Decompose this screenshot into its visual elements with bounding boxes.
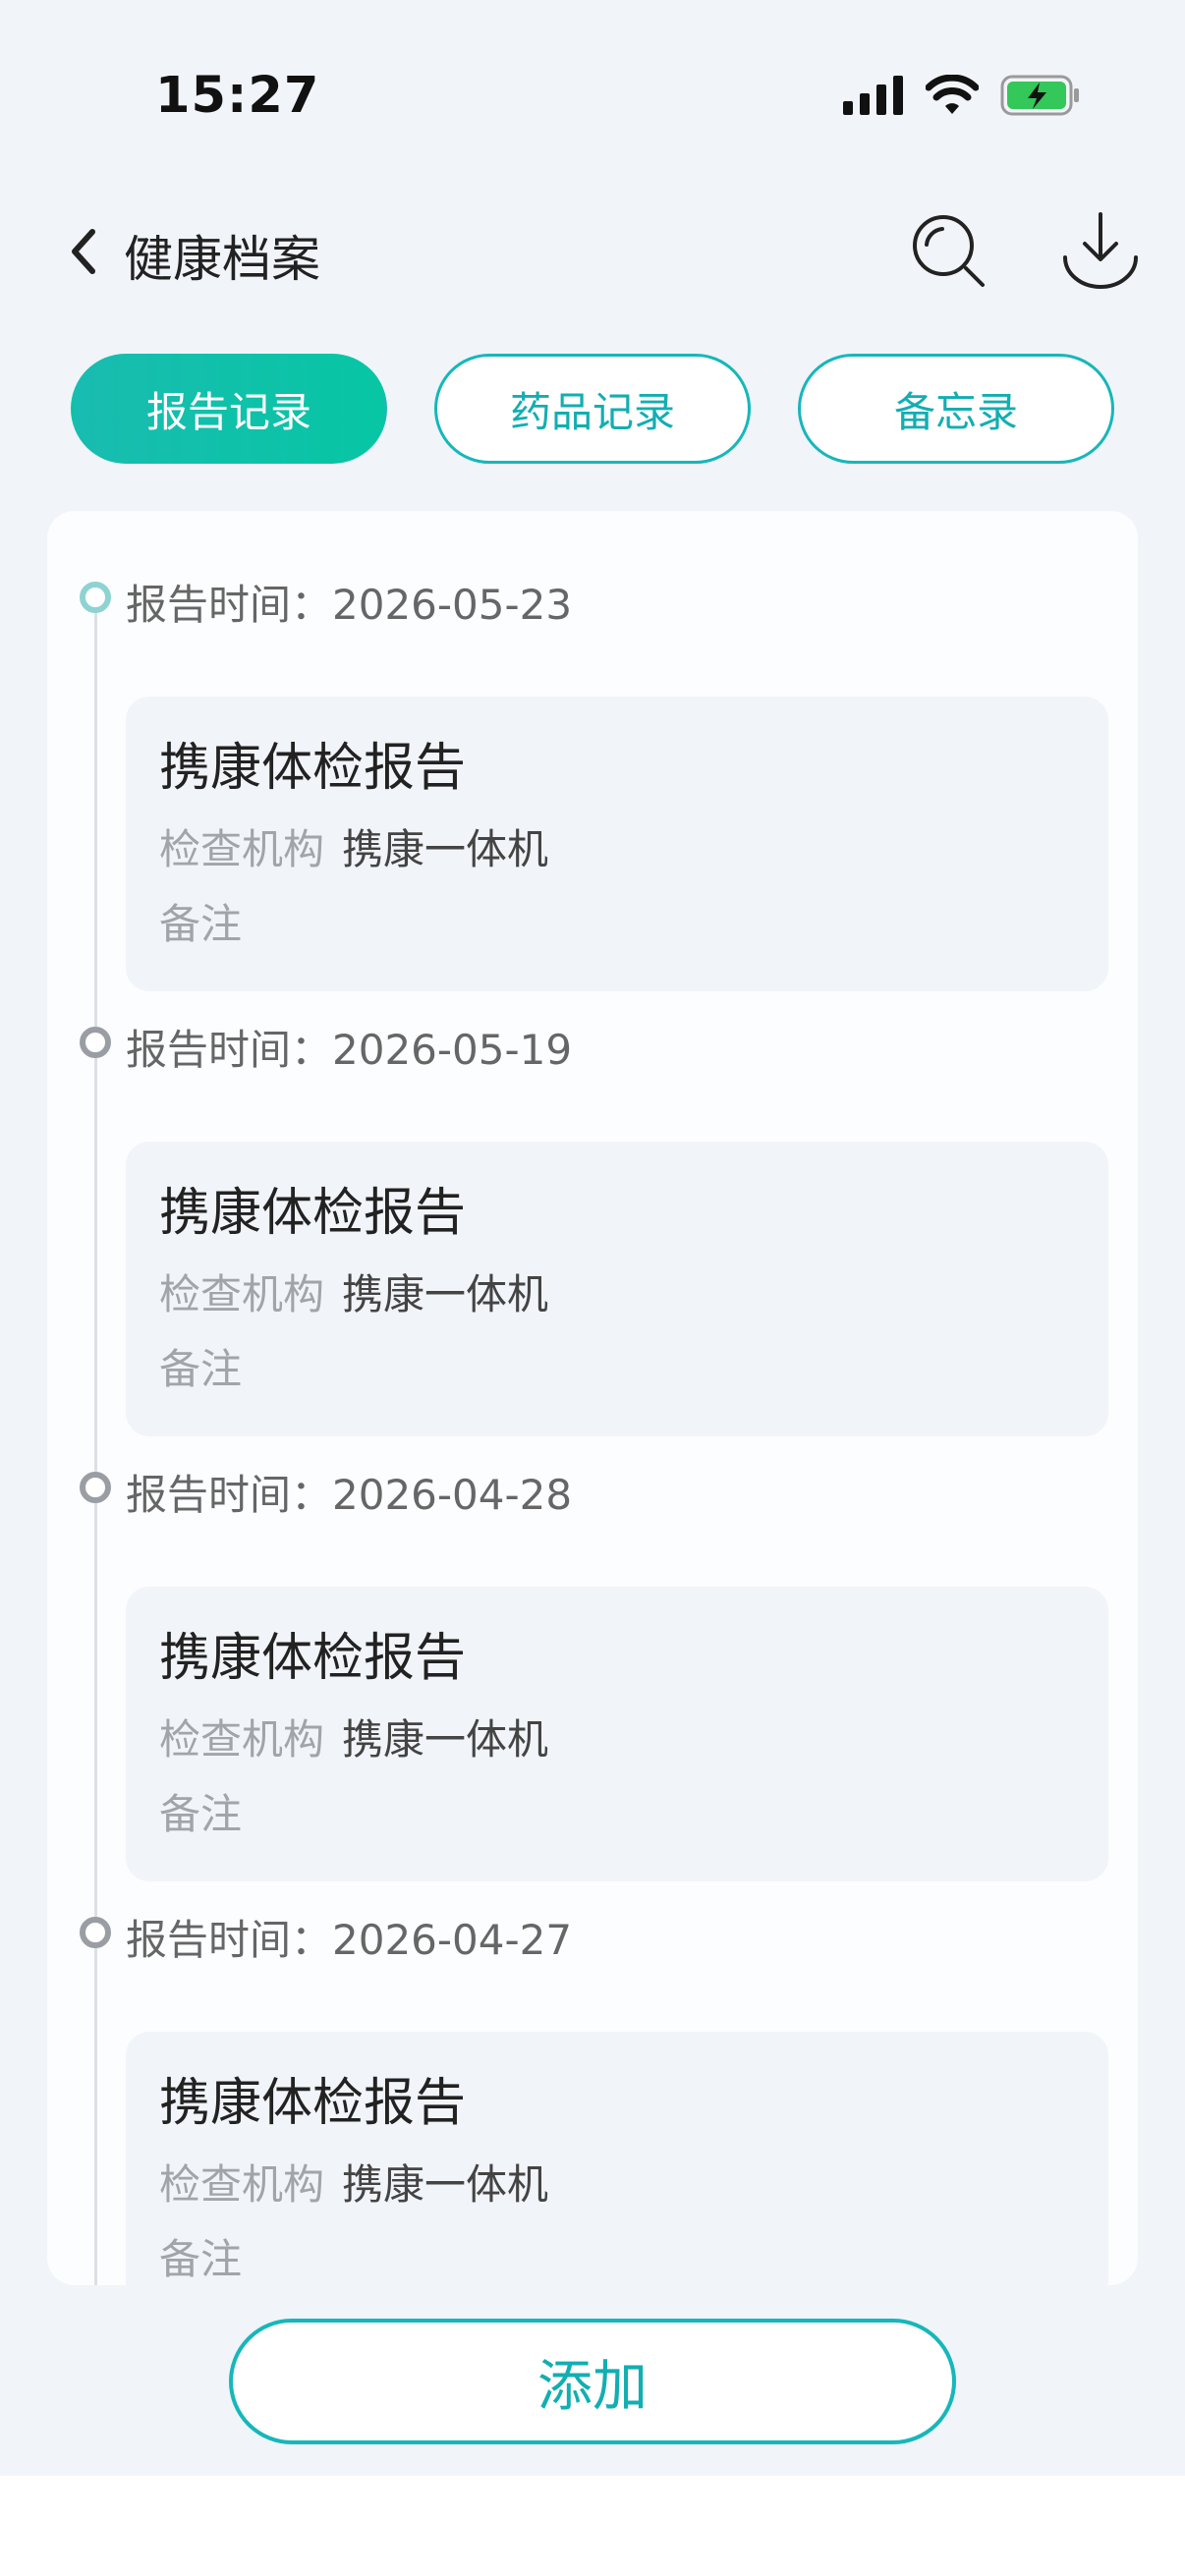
timeline-entry: 报告时间：2026-04-27 携康体检报告 检查机构 携康一体机 备注 — [47, 1897, 1138, 2285]
back-button[interactable] — [61, 222, 110, 281]
note-label: 备注 — [159, 900, 243, 948]
org-value: 携康一体机 — [342, 1715, 549, 1764]
signal-icon — [843, 76, 903, 115]
report-date: 报告时间：2026-04-28 — [126, 1471, 573, 1519]
search-icon — [913, 215, 985, 287]
report-date: 报告时间：2026-05-19 — [126, 1026, 573, 1074]
org-label: 检查机构 — [159, 825, 325, 873]
status-time: 15:27 — [155, 67, 320, 125]
report-date: 报告时间：2026-04-27 — [126, 1916, 573, 1964]
report-card[interactable]: 携康体检报告 检查机构 携康一体机 备注 — [126, 2032, 1108, 2285]
add-button[interactable]: 添加 — [229, 2319, 956, 2444]
org-label: 检查机构 — [159, 1270, 325, 1318]
tab-memo[interactable]: 备忘录 — [798, 354, 1114, 464]
download-button[interactable] — [1059, 208, 1142, 291]
org-row: 检查机构 携康一体机 — [159, 1707, 548, 1766]
nav-header: 健康档案 — [0, 196, 1185, 305]
org-row: 检查机构 携康一体机 — [159, 816, 548, 876]
timeline-dot — [80, 1027, 111, 1058]
record-tabs: 报告记录 药品记录 备忘录 — [71, 354, 1114, 464]
timeline-entry: 报告时间：2026-04-28 携康体检报告 检查机构 携康一体机 备注 — [47, 1452, 1138, 1884]
report-title: 携康体检报告 — [159, 739, 467, 798]
tab-report-records[interactable]: 报告记录 — [71, 354, 387, 464]
report-title: 携康体检报告 — [159, 1629, 467, 1688]
timeline-entry: 报告时间：2026-05-23 携康体检报告 检查机构 携康一体机 备注 — [47, 562, 1138, 994]
org-value: 携康一体机 — [342, 2160, 549, 2209]
org-row: 检查机构 携康一体机 — [159, 2152, 548, 2212]
timeline-dot — [80, 582, 111, 613]
org-row: 检查机构 携康一体机 — [159, 1261, 548, 1321]
status-bar: 15:27 — [0, 0, 1185, 147]
tab-medicine-records[interactable]: 药品记录 — [434, 354, 751, 464]
org-label: 检查机构 — [159, 1715, 325, 1764]
battery-charging-icon — [1000, 75, 1079, 116]
timeline-dot — [80, 1917, 111, 1948]
status-icons — [843, 71, 1081, 120]
timeline-entry: 报告时间：2026-05-19 携康体检报告 检查机构 携康一体机 备注 — [47, 1007, 1138, 1439]
wifi-icon — [926, 75, 979, 114]
report-card[interactable]: 携康体检报告 检查机构 携康一体机 备注 — [126, 1587, 1108, 1881]
timeline-dot — [80, 1472, 111, 1503]
report-title: 携康体检报告 — [159, 2074, 467, 2133]
page-title: 健康档案 — [124, 231, 320, 288]
search-button[interactable] — [909, 211, 988, 290]
note-label: 备注 — [159, 1790, 243, 1838]
org-value: 携康一体机 — [342, 1270, 549, 1318]
download-icon — [1063, 212, 1138, 289]
report-card[interactable]: 携康体检报告 检查机构 携康一体机 备注 — [126, 1142, 1108, 1436]
report-timeline[interactable]: 报告时间：2026-05-23 携康体检报告 检查机构 携康一体机 备注 报告时间… — [47, 511, 1138, 2285]
org-label: 检查机构 — [159, 2160, 325, 2209]
report-date: 报告时间：2026-05-23 — [126, 581, 573, 629]
chevron-left-icon — [72, 229, 95, 274]
note-label: 备注 — [159, 2235, 243, 2283]
report-title: 携康体检报告 — [159, 1184, 467, 1243]
note-label: 备注 — [159, 1345, 243, 1393]
org-value: 携康一体机 — [342, 825, 549, 873]
report-card[interactable]: 携康体检报告 检查机构 携康一体机 备注 — [126, 697, 1108, 991]
app-screen: 15:27 健康档案 报告记录 药品记录 备忘录 报告时间：2026-05-23… — [0, 0, 1185, 2476]
